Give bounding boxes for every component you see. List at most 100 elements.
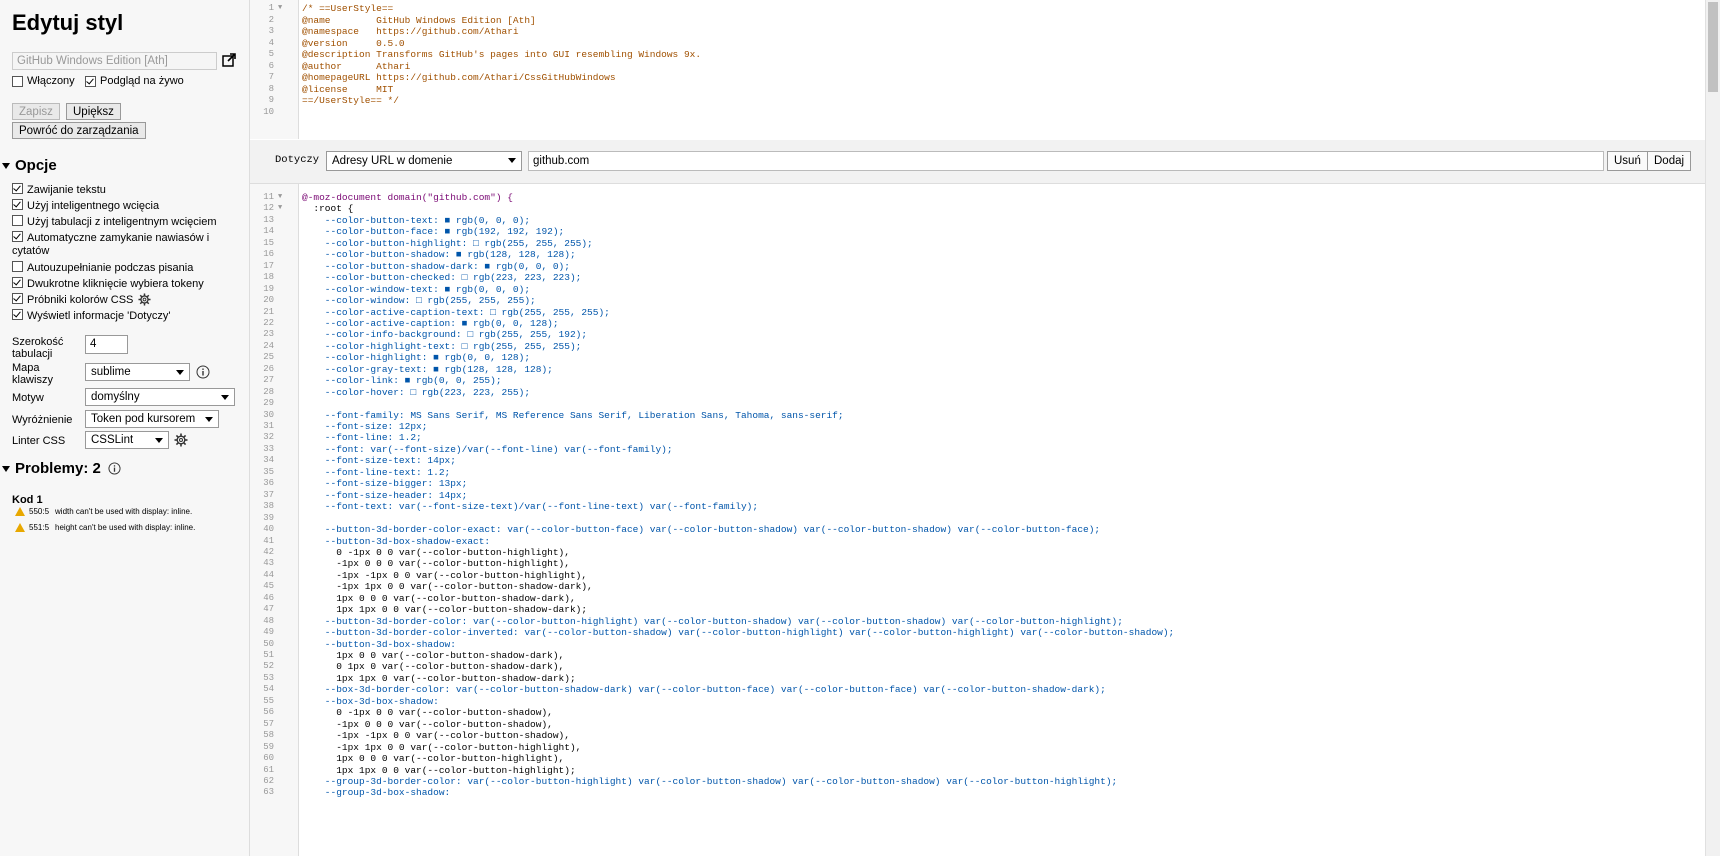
code-line: --color-button-shadow: ■ rgb(128, 128, 1… xyxy=(302,249,576,261)
theme-select[interactable]: domyślny xyxy=(85,388,235,406)
line-number: 20 xyxy=(263,295,274,306)
code-line: --color-active-caption-text: □ rgb(255, … xyxy=(302,306,610,318)
line-number: 29 xyxy=(263,398,274,409)
line-number: 56 xyxy=(263,707,274,718)
code-line: --color-button-text: ■ rgb(0, 0, 0); xyxy=(302,214,531,226)
line-number: 5 xyxy=(268,49,274,59)
fold-arrow-icon[interactable]: ▼ xyxy=(278,193,282,201)
code-line: --color-gray-text: ■ rgb(128, 128, 128); xyxy=(302,363,553,375)
line-number: 55 xyxy=(263,695,274,706)
line-number: 2 xyxy=(268,14,274,25)
problems-heading-text: Problemy: 2 xyxy=(15,460,101,477)
applies-value-input[interactable]: github.com xyxy=(528,151,1604,171)
line-number: 61 xyxy=(263,764,274,775)
line-number: 31 xyxy=(263,421,274,431)
live-preview-checkbox[interactable]: Podgląd na żywo xyxy=(85,75,184,87)
option-checkbox[interactable]: Użyj inteligentnego wcięcia xyxy=(12,199,222,213)
color-picker-settings-gear-icon[interactable] xyxy=(138,293,151,306)
code-line: /* ==UserStyle== xyxy=(302,3,394,14)
scrollbar-thumb[interactable] xyxy=(1708,2,1718,92)
fold-arrow-icon[interactable]: ▼ xyxy=(278,4,282,12)
code-line: -1px -1px 0 0 var(--color-button-shadow)… xyxy=(302,730,570,742)
remove-applies-button[interactable]: Usuń xyxy=(1607,151,1648,171)
code-line: :root { xyxy=(302,203,354,215)
problems-heading[interactable]: Problemy: 2 xyxy=(2,460,121,477)
option-checkbox[interactable]: Automatyczne zamykanie nawiasów i cytató… xyxy=(12,231,222,258)
code-line: 1px 0 0 var(--color-button-shadow-dark), xyxy=(302,650,565,661)
option-label: Użyj tabulacji z inteligentnym wcięciem xyxy=(27,216,217,228)
code-line: 0 -1px 0 0 var(--color-button-shadow), xyxy=(302,707,553,719)
options-heading[interactable]: Opcje xyxy=(2,157,57,174)
tab-width-input[interactable]: 4 xyxy=(85,335,128,354)
code-line: -1px 0 0 0 var(--color-button-highlight)… xyxy=(302,558,570,570)
line-number: 8 xyxy=(268,83,274,94)
option-checkbox[interactable]: Zawijanie tekstu xyxy=(12,183,222,197)
code-line: @version 0.5.0 xyxy=(302,37,405,49)
info-icon[interactable] xyxy=(196,365,210,379)
code-line: 0 1px 0 var(--color-button-shadow-dark), xyxy=(302,661,565,673)
problems-info-icon[interactable] xyxy=(108,462,121,475)
line-number: 47 xyxy=(263,604,274,615)
code-line: --button-3d-border-color: var(--color-bu… xyxy=(302,615,1123,627)
warning-icon xyxy=(15,507,25,516)
option-checkbox[interactable]: Wyświetl informacje 'Dotyczy' xyxy=(12,309,222,323)
fold-arrow-icon[interactable]: ▼ xyxy=(278,204,282,212)
line-number: 49 xyxy=(263,627,274,638)
main-code-editor[interactable]: 11 ▼ @-moz-document domain("github.com") {… xyxy=(250,184,1706,856)
line-number: 35 xyxy=(263,466,274,477)
checkbox-box xyxy=(12,293,23,304)
option-checkbox[interactable]: Autouzupełnianie podczas pisania xyxy=(12,261,222,275)
line-number: 52 xyxy=(263,661,274,672)
option-checkbox[interactable]: Próbniki kolorów CSS xyxy=(12,293,222,307)
line-number: 11 xyxy=(263,192,274,202)
line-number: 14 xyxy=(263,226,274,237)
back-to-manage-button[interactable]: Powróć do zarządzania xyxy=(12,122,146,139)
add-applies-button[interactable]: Dodaj xyxy=(1647,151,1692,171)
checkbox-box xyxy=(12,215,23,226)
line-number: 25 xyxy=(263,352,274,363)
live-preview-label: Podgląd na żywo xyxy=(100,75,184,87)
code-line: @author Athari xyxy=(302,60,411,72)
vertical-scrollbar[interactable] xyxy=(1705,0,1720,856)
code-line: -1px -1px 0 0 var(--color-button-highlig… xyxy=(302,569,588,581)
code-line: 1px 0 0 0 var(--color-button-highlight), xyxy=(302,753,565,765)
style-name-input[interactable]: GitHub Windows Edition [Ath] xyxy=(12,52,217,70)
option-checkbox[interactable]: Użyj tabulacji z inteligentnym wcięciem xyxy=(12,215,222,229)
line-number: 62 xyxy=(263,775,274,786)
save-button[interactable]: Zapisz xyxy=(12,103,60,120)
checkbox-box xyxy=(12,261,23,272)
applies-type-select[interactable]: Adresy URL w domenie xyxy=(326,151,522,171)
line-number: 3 xyxy=(268,26,274,36)
line-number: 12 xyxy=(263,203,274,214)
linter-label: Linter CSS xyxy=(12,435,66,447)
line-number: 4 xyxy=(268,37,274,48)
external-link-icon[interactable] xyxy=(222,53,236,67)
applies-to-bar: Dotyczy Adresy URL w domenie github.com … xyxy=(250,140,1720,184)
option-checkbox[interactable]: Dwukrotne kliknięcie wybiera tokeny xyxy=(12,277,222,291)
line-number: 19 xyxy=(263,283,274,294)
linter-settings-gear-icon[interactable] xyxy=(174,433,188,447)
problem-position: 551:5 xyxy=(29,523,50,532)
enabled-checkbox[interactable]: Włączony xyxy=(12,75,75,87)
highlight-select[interactable]: Token pod kursorem xyxy=(85,410,219,428)
code-line: --color-link: ■ rgb(0, 0, 255); xyxy=(302,375,502,387)
keymap-select[interactable]: sublime xyxy=(85,363,190,381)
linter-select[interactable]: CSSLint xyxy=(85,431,169,449)
code-line: 1px 1px 0 0 var(--color-button-highlight… xyxy=(302,764,576,776)
line-number: 54 xyxy=(263,684,274,695)
checkbox-box xyxy=(12,309,23,320)
code-line: --color-window-text: ■ rgb(0, 0, 0); xyxy=(302,283,531,295)
header-code-editor[interactable]: 1 ▼ /* ==UserStyle== 2 @name GitHub Windows … xyxy=(250,0,1720,141)
problem-item[interactable]: 551:5 height can't be used with display: … xyxy=(15,523,195,532)
line-number: 39 xyxy=(263,512,274,523)
code-line: --font-size-bigger: 13px; xyxy=(302,478,468,490)
problems-code-label: Kod 1 xyxy=(12,494,43,506)
line-number: 28 xyxy=(263,386,274,397)
beautify-button[interactable]: Upiększ xyxy=(66,103,121,120)
checkbox-box xyxy=(85,75,96,87)
problem-item[interactable]: 550:5 width can't be used with display: i… xyxy=(15,507,192,516)
code-line: @description Transforms GitHub's pages i… xyxy=(302,49,702,60)
line-number: 63 xyxy=(263,787,274,798)
code-line: --color-button-shadow-dark: ■ rgb(0, 0, … xyxy=(302,260,570,272)
code-line: 0 -1px 0 0 var(--color-button-highlight)… xyxy=(302,546,570,558)
